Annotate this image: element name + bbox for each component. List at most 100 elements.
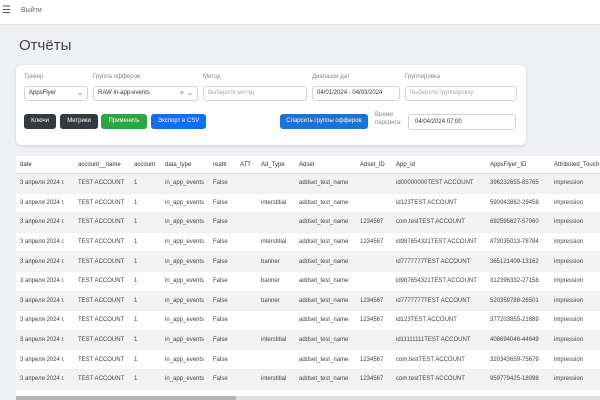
table-cell: TEST ACCOUNT <box>74 369 130 390</box>
table-cell <box>257 310 295 331</box>
scrollbar-thumb[interactable] <box>16 396 236 400</box>
method-label: Метод <box>203 74 221 80</box>
table-cell: False <box>209 251 236 272</box>
table-cell: id00000000TEST ACCOUNT <box>392 173 486 194</box>
table-cell: in_app_events <box>161 251 209 272</box>
table-row[interactable]: 3 апреля 2024 г.TEST ACCOUNT1in_app_even… <box>16 193 600 214</box>
table-cell: id123TEST ACCOUNT <box>392 310 486 331</box>
table-cell <box>356 271 392 292</box>
table-cell: 590943862-29458 <box>486 193 550 214</box>
horizontal-scrollbar[interactable] <box>16 396 600 400</box>
export-csv-button[interactable]: Экспорт в CSV <box>151 114 206 129</box>
table-cell: False <box>209 193 236 214</box>
table-cell: interstitial <box>257 330 295 351</box>
date-range-value: 04/01/2024 - 04/03/2024 <box>317 90 383 96</box>
table-cell: id7777777TEST ACCOUNT <box>392 251 486 272</box>
column-header[interactable]: date <box>16 156 74 174</box>
top-bar: ☰ Выйти <box>0 0 600 25</box>
column-header[interactable]: Adset <box>295 156 356 174</box>
table-cell: addset_test_name <box>295 330 356 351</box>
offer-group-select[interactable]: RAW in-app-events × ⌄ <box>93 86 198 101</box>
table-cell: interstitial <box>257 369 295 390</box>
metrics-button[interactable]: Метрики <box>60 114 98 129</box>
table-row[interactable]: 3 апреля 2024 г.TEST ACCOUNT1in_app_even… <box>16 251 600 272</box>
table-cell <box>257 173 295 194</box>
table-row[interactable]: 3 апреля 2024 г.TEST ACCOUNT1in_app_even… <box>16 349 600 370</box>
table-cell: TEST ACCOUNT <box>74 173 130 194</box>
column-header[interactable]: Ad_Type <box>257 156 295 174</box>
table-cell: impression <box>550 193 600 214</box>
tracker-select[interactable]: AppsFlyer ⌄ <box>24 86 88 101</box>
parse-offer-groups-button[interactable]: Спарсить группы офферов <box>280 114 368 129</box>
column-header[interactable]: account <box>130 156 161 174</box>
column-header[interactable]: account__name <box>74 156 130 174</box>
column-header[interactable]: App_Id <box>392 156 486 174</box>
table-cell: interstitial <box>257 193 295 214</box>
table-row[interactable]: 3 апреля 2024 г.TEST ACCOUNT1in_app_even… <box>16 389 600 396</box>
grouping-select[interactable]: Выберите группировку <box>405 86 517 101</box>
keys-button[interactable]: Ключи <box>24 114 56 129</box>
table-row[interactable]: 3 апреля 2024 г.TEST ACCOUNT1in_app_even… <box>16 173 600 194</box>
table-cell <box>356 173 392 194</box>
offer-group-value: RAW in-app-events <box>98 90 150 96</box>
table-cell: 473035013-78784 <box>486 232 550 253</box>
column-header[interactable]: reattr <box>209 156 236 174</box>
parse-time-label-line2: парсинга: <box>375 120 402 126</box>
parse-time-input[interactable]: 04/04/2024 07:00 <box>408 114 516 130</box>
column-header[interactable]: data_type <box>161 156 209 174</box>
date-range-input[interactable]: 04/01/2024 - 04/03/2024 <box>312 86 400 101</box>
table-cell: 3 апреля 2024 г. <box>16 310 74 331</box>
table-cell: 352823631-39532 <box>486 389 550 396</box>
table-cell: addset_test_name <box>295 193 356 214</box>
table-cell: TEST ACCOUNT <box>74 291 130 312</box>
table-cell: addset_test_name <box>295 389 356 396</box>
method-select[interactable]: Выберите метод <box>203 86 307 101</box>
table-row[interactable]: 3 апреля 2024 г.TEST ACCOUNT1in_app_even… <box>16 330 600 351</box>
table-cell: in_app_events <box>161 193 209 214</box>
table-cell: com.testTEST ACCOUNT <box>392 369 486 390</box>
table-row[interactable]: 3 апреля 2024 г.TEST ACCOUNT1in_app_even… <box>16 212 600 233</box>
table-cell: 408694046-44649 <box>486 330 550 351</box>
table-cell <box>236 369 257 390</box>
table-row[interactable]: 3 апреля 2024 г.TEST ACCOUNT1in_app_even… <box>16 291 600 312</box>
logout-link[interactable]: Выйти <box>21 7 42 14</box>
table-cell: 1234567 <box>356 349 392 370</box>
date-range-label: Диапазон дат <box>312 74 350 80</box>
apply-button[interactable]: Применить <box>101 114 147 129</box>
table-cell: banner <box>257 251 295 272</box>
table-cell: 3 апреля 2024 г. <box>16 369 74 390</box>
table-row[interactable]: 3 апреля 2024 г.TEST ACCOUNT1in_app_even… <box>16 369 600 390</box>
table-cell: TEST ACCOUNT <box>74 330 130 351</box>
clear-icon[interactable]: × <box>180 87 184 100</box>
table-row[interactable]: 3 апреля 2024 г.TEST ACCOUNT1in_app_even… <box>16 310 600 331</box>
table-cell: 692595627-57060 <box>486 212 550 233</box>
table-cell: 1 <box>130 212 161 233</box>
table-row[interactable]: 3 апреля 2024 г.TEST ACCOUNT1in_app_even… <box>16 271 600 292</box>
column-header[interactable]: AppsFlyer_ID <box>486 156 550 174</box>
table-cell: False <box>209 271 236 292</box>
table-cell: impression <box>550 271 600 292</box>
table-cell: in_app_events <box>161 291 209 312</box>
table-cell <box>236 232 257 253</box>
table-cell: 3 апреля 2024 г. <box>16 251 74 272</box>
page-title: Отчёты <box>19 37 72 54</box>
table-cell: TEST ACCOUNT <box>74 251 130 272</box>
table-cell <box>356 193 392 214</box>
column-header[interactable]: Adset_ID <box>356 156 392 174</box>
table-cell: 1 <box>130 291 161 312</box>
table-cell <box>236 251 257 272</box>
table-cell: id123TEST ACCOUNT <box>392 193 486 214</box>
table-cell: impression <box>550 330 600 351</box>
column-header[interactable]: Attributed_Touch <box>550 156 600 174</box>
table-row[interactable]: 3 апреля 2024 г.TEST ACCOUNT1in_app_even… <box>16 232 600 253</box>
table-header-row: date account__name account data_type reattr A… <box>16 156 600 174</box>
table-cell: 3 апреля 2024 г. <box>16 232 74 253</box>
table-cell: 1 <box>130 310 161 331</box>
table-cell <box>257 349 295 370</box>
column-header[interactable]: ATT <box>236 156 257 174</box>
table-cell: 1234567 <box>356 212 392 233</box>
table-cell: 365121409-13162 <box>486 251 550 272</box>
table-cell <box>236 271 257 292</box>
menu-icon[interactable]: ☰ <box>2 6 11 16</box>
table-cell: addset_test_name <box>295 232 356 253</box>
